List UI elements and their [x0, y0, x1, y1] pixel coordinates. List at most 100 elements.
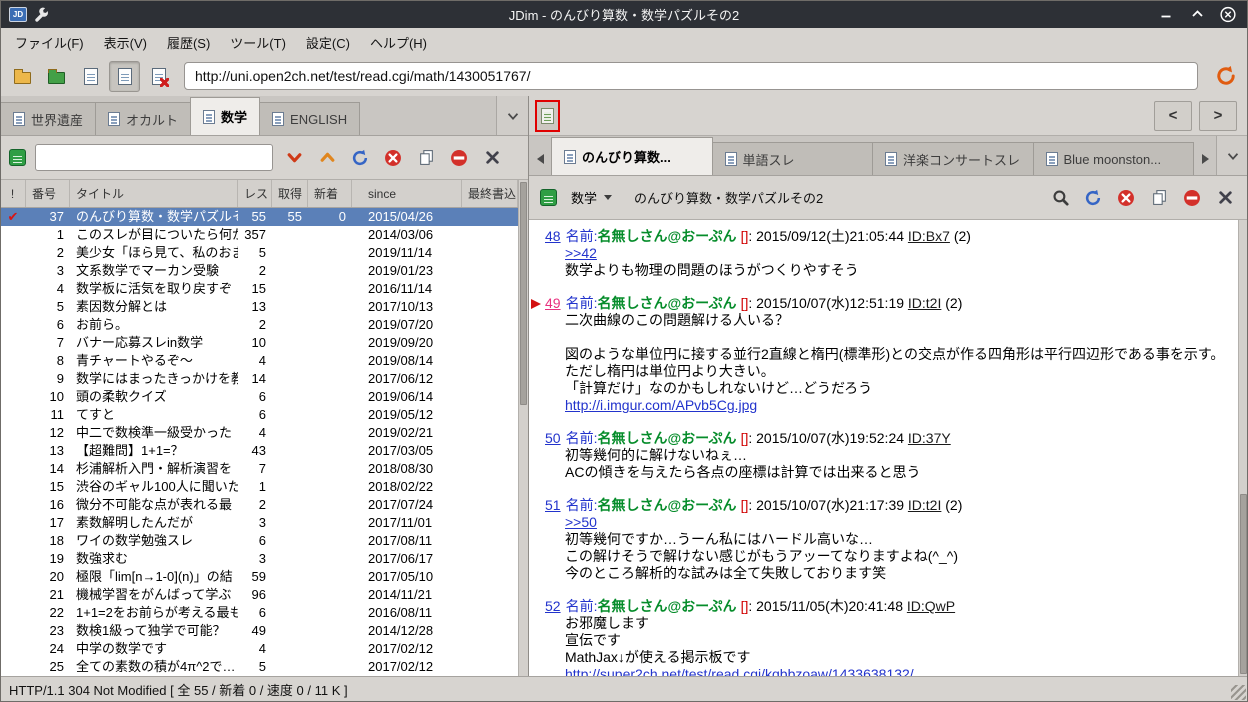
thread-row-37[interactable]: ✔ 37 のんびり算数・数学パズルその２ 55 55 0 2015/04/26: [0, 208, 518, 226]
board-abone-button[interactable]: [447, 146, 471, 170]
board-tab-3[interactable]: ENGLISH: [259, 102, 361, 135]
column-header-title[interactable]: タイトル: [70, 180, 238, 207]
thread-reload-button[interactable]: [1081, 186, 1105, 210]
url-input[interactable]: [184, 62, 1198, 90]
post-number-link[interactable]: 48: [545, 228, 561, 244]
thread-abone-button[interactable]: [1180, 186, 1204, 210]
thread-row-20[interactable]: 20 極限「lim[n→1-0](n)」の結 59 2017/05/10: [0, 568, 518, 586]
thread-close-button[interactable]: [1213, 186, 1237, 210]
go-button[interactable]: [1210, 61, 1241, 92]
thread-row-13[interactable]: 13 【超難問】1+1=？ 43 2017/03/05: [0, 442, 518, 460]
thread-row-1[interactable]: 1 このスレが目についたら何か 357 2014/03/06: [0, 226, 518, 244]
thread-row-3[interactable]: 3 文系数学でマーカン受験 2 2019/01/23: [0, 262, 518, 280]
post-id-link[interactable]: ID:37Y: [908, 430, 951, 446]
column-header-last[interactable]: 最終書込: [462, 180, 518, 207]
thread-list-scrollbar[interactable]: [518, 180, 528, 676]
thread-view-button[interactable]: [109, 60, 140, 92]
thread-tab-2[interactable]: 洋楽コンサートスレ: [872, 142, 1034, 175]
cell-title: 極限「lim[n→1-0](n)」の結: [76, 569, 233, 584]
board-tab-2[interactable]: 数学: [190, 97, 261, 135]
column-header-since[interactable]: since: [352, 180, 462, 207]
anchor-link[interactable]: >>50: [565, 514, 597, 530]
thread-row-10[interactable]: 10 頭の柔軟クイズ 6 2019/06/14: [0, 388, 518, 406]
thread-tab-1[interactable]: 単語スレ: [711, 142, 873, 175]
menu-item-4[interactable]: 設定(C): [296, 29, 360, 56]
menu-item-1[interactable]: 表示(V): [94, 29, 157, 56]
thread-row-5[interactable]: 5 素因数分解とは 13 2017/10/13: [0, 298, 518, 316]
scrollbar-thumb[interactable]: [1240, 493, 1247, 674]
tab-scroll-left-button[interactable]: [529, 142, 551, 175]
thread-row-2[interactable]: 2 美少女「ほら見て、私のおま 5 2019/11/14: [0, 244, 518, 262]
post-id-link[interactable]: ID:Bx7: [908, 228, 950, 244]
favorites-button[interactable]: [41, 61, 72, 92]
anchor-link[interactable]: >>42: [565, 245, 597, 261]
thread-row-7[interactable]: 7 バナー応募スレin数学 10 2019/09/20: [0, 334, 518, 352]
post-number-link[interactable]: 52: [545, 598, 561, 614]
menu-item-0[interactable]: ファイル(F): [5, 29, 94, 56]
thread-row-12[interactable]: 12 中二で数検準一級受かった 4 2019/02/21: [0, 424, 518, 442]
thread-row-14[interactable]: 14 杉浦解析入門・解析演習を 7 2018/08/30: [0, 460, 518, 478]
thread-row-17[interactable]: 17 素数解明したんだが 3 2017/11/01: [0, 514, 518, 532]
thread-row-25[interactable]: 25 全ての素数の積が4π^2で… 5 2017/02/12: [0, 658, 518, 676]
thread-row-19[interactable]: 19 数強求む 3 2017/06/17: [0, 550, 518, 568]
board-view-button[interactable]: [75, 61, 106, 92]
menu-item-2[interactable]: 履歴(S): [157, 29, 220, 56]
focused-view-icon[interactable]: [535, 99, 560, 132]
thread-row-6[interactable]: 6 お前ら。 2 2019/07/20: [0, 316, 518, 334]
post-id-link[interactable]: ID:t2I: [908, 295, 941, 311]
resize-grip[interactable]: [1231, 685, 1246, 700]
column-header-got[interactable]: 取得: [272, 180, 308, 207]
board-stop-button[interactable]: [381, 146, 405, 170]
thread-row-9[interactable]: 9 数学にはまったきっかけを教 14 2017/06/12: [0, 370, 518, 388]
thread-row-15[interactable]: 15 渋谷のギャル100人に聞いた 1 2018/02/22: [0, 478, 518, 496]
thread-row-24[interactable]: 24 中学の数学です 4 2017/02/12: [0, 640, 518, 658]
thread-row-8[interactable]: 8 青チャートやるぞ〜 4 2019/08/14: [0, 352, 518, 370]
url-link[interactable]: http://super2ch.net/test/read.cgi/kqbbzo…: [565, 666, 914, 676]
scrollbar-thumb[interactable]: [520, 182, 527, 406]
board-reload-button[interactable]: [348, 146, 372, 170]
search-up-button[interactable]: [315, 146, 339, 170]
thread-row-23[interactable]: 23 数検1級って独学で可能？ 49 2014/12/28: [0, 622, 518, 640]
thread-row-16[interactable]: 16 微分不可能な点が表れる最 2 2017/07/24: [0, 496, 518, 514]
url-link[interactable]: http://i.imgur.com/APvb5Cg.jpg: [565, 397, 757, 413]
back-button[interactable]: <: [1154, 100, 1192, 131]
search-down-button[interactable]: [282, 146, 306, 170]
thread-copy-button[interactable]: [1147, 186, 1171, 210]
forward-button[interactable]: >: [1199, 100, 1237, 131]
thread-tab-0[interactable]: のんびり算数...: [551, 137, 713, 175]
column-header-num[interactable]: 番号: [26, 180, 70, 207]
post-number-link[interactable]: 51: [545, 497, 561, 513]
board-tab-1[interactable]: オカルト: [95, 102, 192, 135]
post-number-link[interactable]: 49: [545, 295, 561, 311]
thread-stop-button[interactable]: [1114, 186, 1138, 210]
board-close-button[interactable]: [480, 146, 504, 170]
board-copy-button[interactable]: [414, 146, 438, 170]
board-tab-list-button[interactable]: [496, 96, 528, 135]
column-header-mark[interactable]: !: [0, 180, 26, 207]
thread-tab-list-button[interactable]: [1216, 136, 1248, 175]
thread-tab-3[interactable]: Blue moonston...: [1032, 142, 1194, 175]
board-select[interactable]: 数学: [566, 185, 617, 210]
board-tab-0[interactable]: 世界遺産: [0, 102, 97, 135]
post-id-link[interactable]: ID:t2I: [908, 497, 941, 513]
bbs-list-button[interactable]: [7, 61, 38, 92]
thread-row-22[interactable]: 22 1+1=2をお前らが考える最も 6 2016/08/11: [0, 604, 518, 622]
thread-scrollbar[interactable]: [1238, 220, 1248, 676]
menu-item-5[interactable]: ヘルプ(H): [360, 29, 437, 56]
thread-row-11[interactable]: 11 てすと 6 2019/05/12: [0, 406, 518, 424]
post-number-link[interactable]: 50: [545, 430, 561, 446]
minimize-button[interactable]: [1158, 6, 1174, 22]
menu-item-3[interactable]: ツール(T): [220, 29, 296, 56]
thread-filter-input[interactable]: [35, 144, 273, 171]
close-window-button[interactable]: [1220, 6, 1236, 22]
thread-row-4[interactable]: 4 数学板に活気を取り戻すぞ 15 2016/11/14: [0, 280, 518, 298]
column-header-res[interactable]: レス: [238, 180, 272, 207]
thread-search-button[interactable]: [1048, 186, 1072, 210]
column-header-new[interactable]: 新着: [308, 180, 352, 207]
image-view-button[interactable]: [143, 61, 174, 92]
thread-row-18[interactable]: 18 ワイの数学勉強スレ 6 2017/08/11: [0, 532, 518, 550]
post-id-link[interactable]: ID:QwP: [907, 598, 955, 614]
tab-scroll-right-button[interactable]: [1194, 142, 1216, 175]
maximize-button[interactable]: [1189, 6, 1205, 22]
thread-row-21[interactable]: 21 機械学習をがんばって学ぶ 96 2014/11/21: [0, 586, 518, 604]
